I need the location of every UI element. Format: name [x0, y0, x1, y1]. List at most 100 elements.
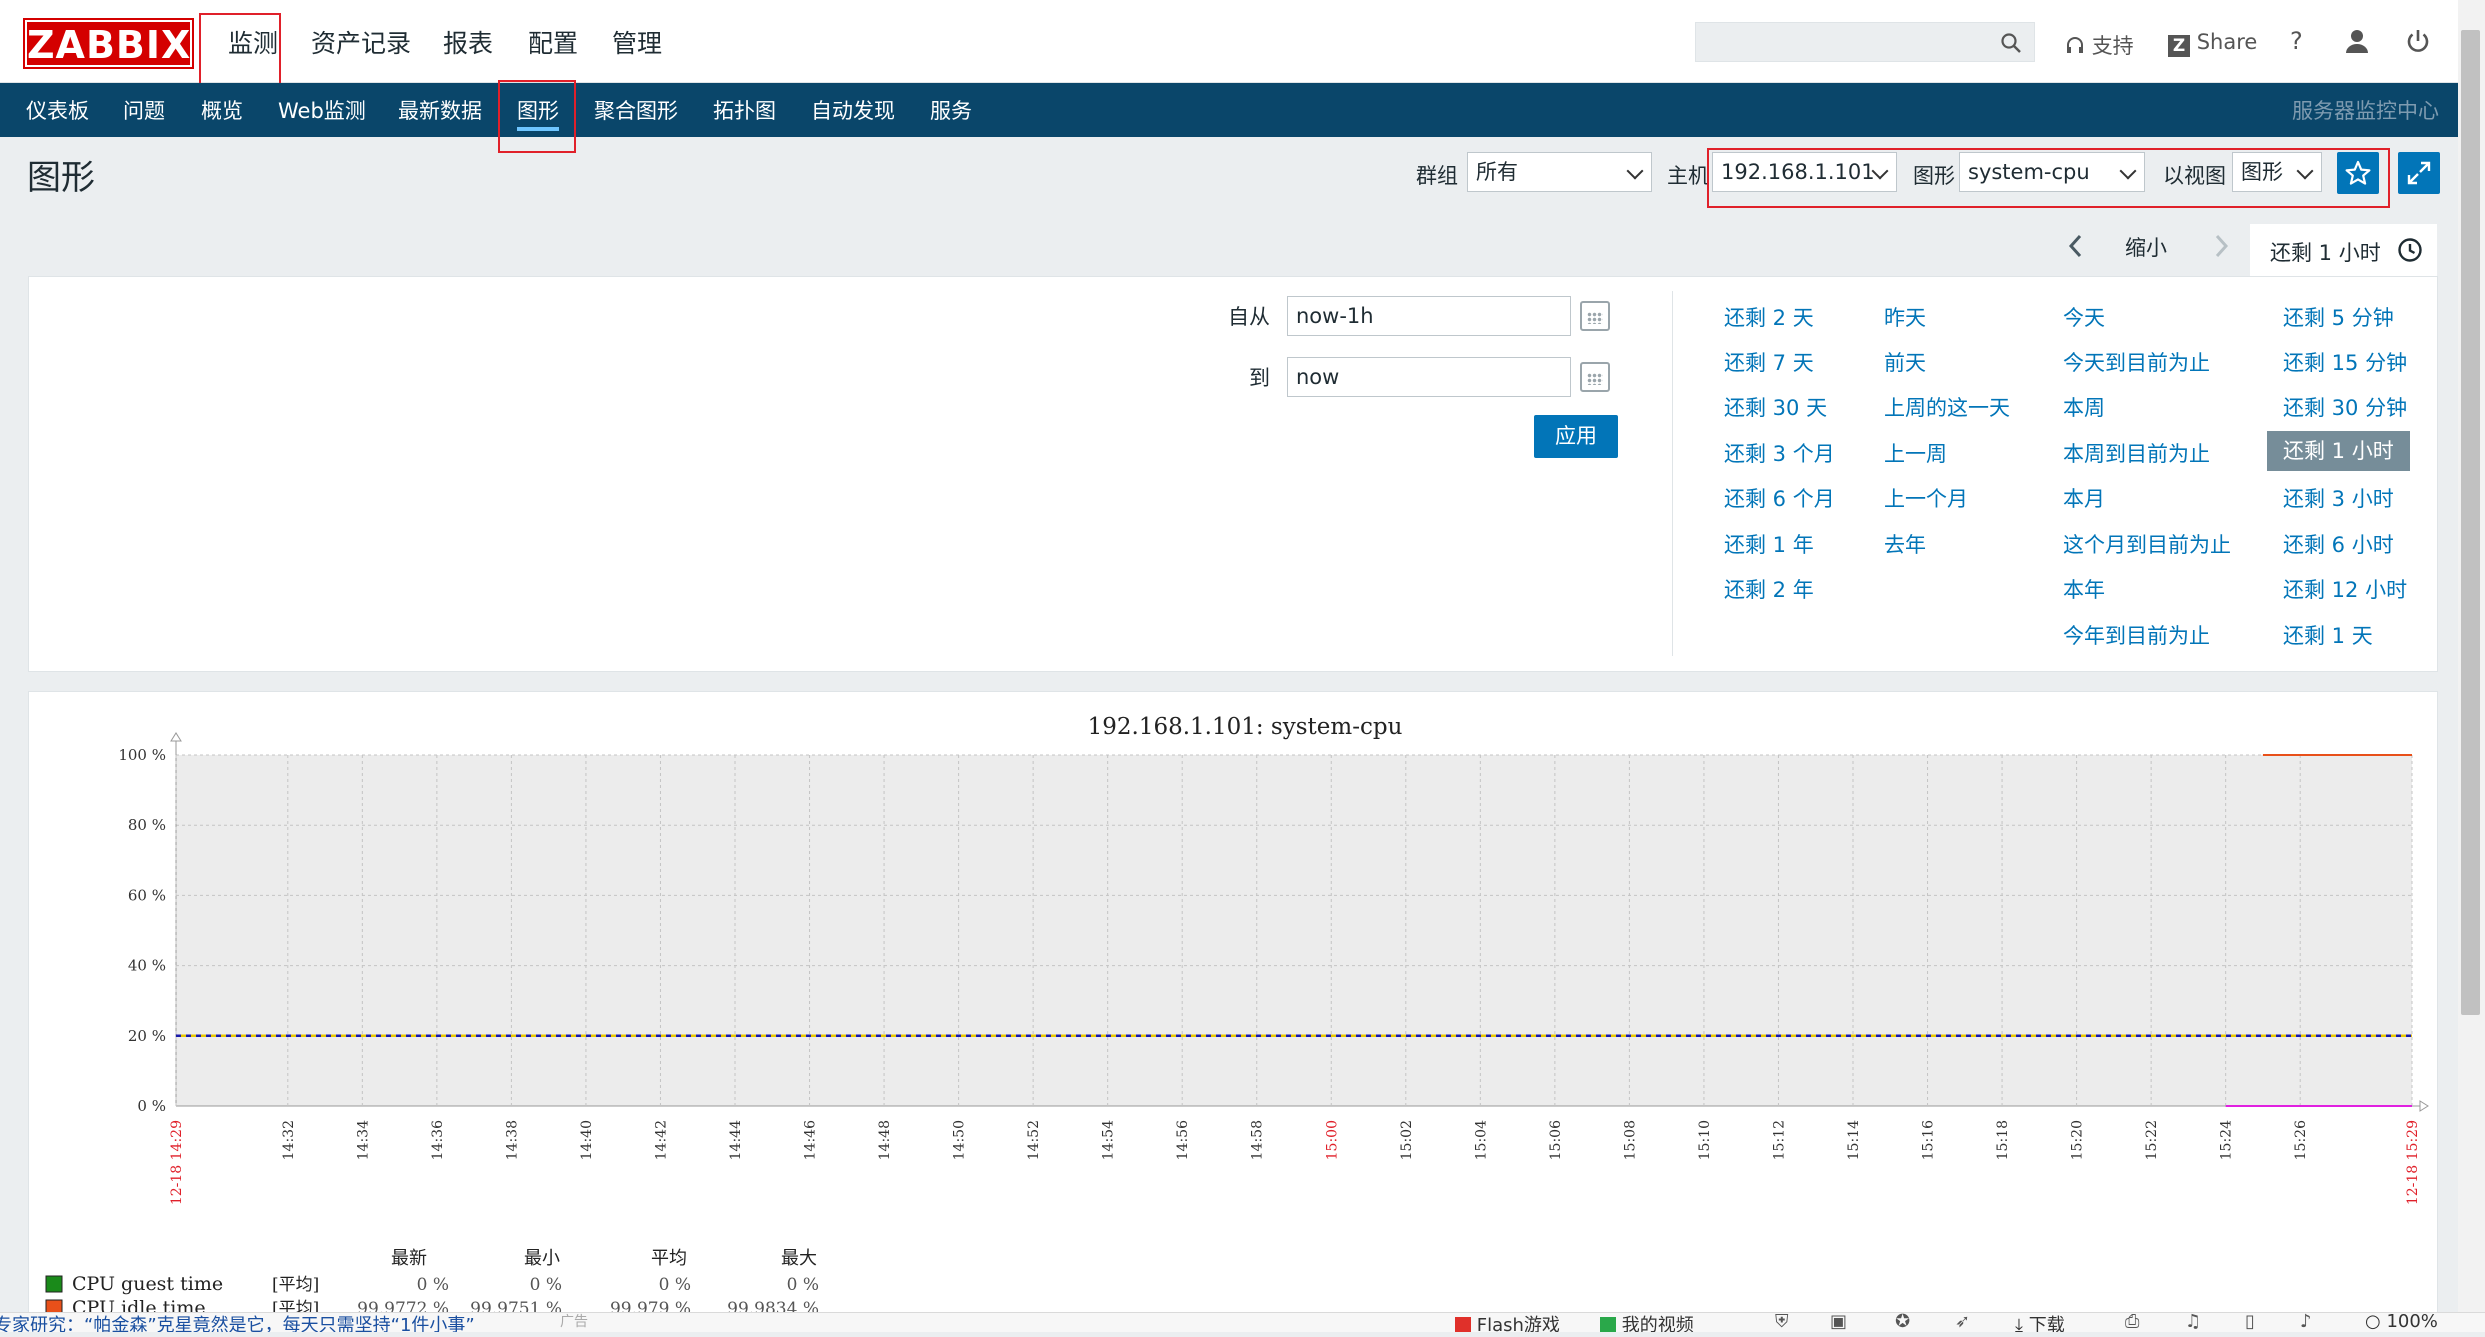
user-profile-icon[interactable]	[2344, 28, 2370, 54]
top-menu-inventory[interactable]: 资产记录	[311, 24, 411, 60]
search-input[interactable]	[1695, 22, 2035, 62]
quick-range-1d[interactable]: 还剩 1 天	[2283, 620, 2373, 650]
chevron-right-icon[interactable]	[2210, 232, 2232, 260]
favorite-button[interactable]	[2337, 152, 2379, 194]
nav-latest-data[interactable]: 最新数据	[398, 95, 482, 125]
y-tick-label: 0 %	[137, 1097, 166, 1115]
image-icon[interactable]: ▣	[1830, 1313, 1847, 1332]
quick-range-1y[interactable]: 还剩 1 年	[1724, 529, 1814, 559]
quick-range-prev-year[interactable]: 去年	[1884, 529, 1926, 559]
nav-screens[interactable]: 聚合图形	[594, 95, 678, 125]
quick-range-7d[interactable]: 还剩 7 天	[1724, 347, 1814, 377]
legend-aggregation: [平均]	[272, 1275, 319, 1295]
cpu-graph[interactable]: 192.168.1.101: system-cpu 100 % 80 % 60 % 4…	[29, 692, 2439, 1333]
quick-range-day-before[interactable]: 前天	[1884, 347, 1926, 377]
quick-range-today[interactable]: 今天	[2063, 302, 2105, 332]
legend-header: 平均	[651, 1248, 687, 1269]
top-menu-administration[interactable]: 管理	[612, 24, 662, 60]
from-label: 自从	[1228, 305, 1270, 329]
to-input[interactable]: now	[1287, 357, 1571, 397]
quick-range-prev-week[interactable]: 上一周	[1884, 438, 1947, 468]
host-select[interactable]: 192.168.1.101	[1712, 152, 1897, 192]
quick-range-this-week[interactable]: 本周	[2063, 392, 2105, 422]
quick-range-12h[interactable]: 还剩 12 小时	[2283, 574, 2407, 604]
top-menu-reports[interactable]: 报表	[443, 24, 493, 60]
nav-dashboard[interactable]: 仪表板	[26, 95, 89, 125]
quick-range-week-so-far[interactable]: 本周到目前为止	[2063, 438, 2210, 468]
print-icon[interactable]: ⎙	[2125, 1313, 2139, 1332]
help-icon[interactable]: ?	[2290, 27, 2303, 55]
legend-header: 最小	[524, 1248, 560, 1269]
legend-header: 最大	[781, 1248, 817, 1269]
chevron-left-icon[interactable]	[2065, 232, 2087, 260]
window-icon[interactable]: ▯	[2245, 1313, 2255, 1332]
quick-range-30d[interactable]: 还剩 30 天	[1724, 392, 1827, 422]
nav-overview[interactable]: 概览	[201, 95, 243, 125]
quick-range-2d[interactable]: 还剩 2 天	[1724, 302, 1814, 332]
top-menu-configuration[interactable]: 配置	[528, 24, 578, 60]
quick-range-3h[interactable]: 还剩 3 小时	[2283, 483, 2394, 513]
flash-games-link[interactable]: Flash游戏	[1455, 1313, 1560, 1332]
x-tick-label: 15:12	[1771, 1120, 1787, 1160]
view-as-label: 以视图	[2163, 164, 2226, 188]
nav-services[interactable]: 服务	[930, 95, 972, 125]
rocket-icon[interactable]: ➶	[1955, 1313, 1970, 1332]
x-tick-label: 14:54	[1101, 1120, 1117, 1160]
host-select-value: 192.168.1.101	[1721, 160, 1875, 184]
game-icon[interactable]: ✪	[1895, 1313, 1910, 1332]
quick-range-6m[interactable]: 还剩 6 个月	[1724, 483, 1835, 513]
x-tick-label: 14:48	[877, 1120, 893, 1160]
quick-range-this-year[interactable]: 本年	[2063, 574, 2105, 604]
audio-icon[interactable]: ♫	[2185, 1313, 2201, 1332]
shield-icon[interactable]: ⛨	[1775, 1313, 1789, 1332]
quick-range-5m[interactable]: 还剩 5 分钟	[2283, 302, 2394, 332]
quick-range-3m[interactable]: 还剩 3 个月	[1724, 438, 1835, 468]
nav-web[interactable]: Web监测	[278, 95, 366, 125]
quick-range-day-last-week[interactable]: 上周的这一天	[1884, 392, 2010, 422]
video-icon	[1600, 1317, 1616, 1332]
tab-time-filter-label: 还剩 1 小时	[2270, 241, 2381, 265]
nav-discovery[interactable]: 自动发现	[811, 95, 895, 125]
quick-range-15m[interactable]: 还剩 15 分钟	[2283, 347, 2407, 377]
quick-range-today-so-far[interactable]: 今天到目前为止	[2063, 347, 2210, 377]
nav-active-indicator	[517, 127, 559, 131]
ad-headline[interactable]: 专家研究：“帕金森”克星竟然是它，每天只需坚持“1件小事”	[0, 1313, 475, 1332]
zabbix-logo[interactable]: ZABBIX	[23, 18, 194, 69]
calendar-icon[interactable]	[1580, 362, 1610, 392]
sign-out-icon[interactable]	[2405, 28, 2431, 54]
nav-problems[interactable]: 问题	[123, 95, 165, 125]
ad-tag: 广告	[560, 1314, 588, 1330]
apply-button[interactable]: 应用	[1534, 415, 1618, 458]
quick-range-30m[interactable]: 还剩 30 分钟	[2283, 392, 2407, 422]
quick-range-this-month[interactable]: 本月	[2063, 483, 2105, 513]
from-input[interactable]: now-1h	[1287, 296, 1571, 336]
my-video-link[interactable]: 我的视频	[1600, 1313, 1694, 1332]
graph-select[interactable]: system-cpu	[1959, 152, 2145, 192]
x-axis-arrow	[2419, 1100, 2429, 1112]
sound-icon[interactable]: ♪	[2300, 1313, 2312, 1332]
nav-maps[interactable]: 拓扑图	[713, 95, 776, 125]
fullscreen-button[interactable]	[2398, 152, 2440, 194]
quick-range-6h[interactable]: 还剩 6 小时	[2283, 529, 2394, 559]
zoom-level[interactable]: ○ 100%	[2365, 1313, 2438, 1332]
view-as-select[interactable]: 图形	[2232, 152, 2322, 192]
quick-range-year-so-far[interactable]: 今年到目前为止	[2063, 620, 2210, 650]
download-link[interactable]: ⤓ 下载	[2015, 1313, 2065, 1332]
quick-range-2y[interactable]: 还剩 2 年	[1724, 574, 1814, 604]
top-menu-monitoring[interactable]: 监测	[228, 24, 278, 60]
group-select[interactable]: 所有	[1467, 152, 1652, 192]
headset-icon	[2067, 37, 2083, 53]
quick-range-prev-month[interactable]: 上一个月	[1884, 483, 1968, 513]
scrollbar-thumb[interactable]	[2461, 30, 2480, 1015]
zoom-out-button[interactable]: 缩小	[2125, 232, 2167, 262]
search-icon[interactable]	[2000, 32, 2022, 54]
share-link[interactable]: Z Share	[2168, 30, 2257, 57]
quick-range-yesterday[interactable]: 昨天	[1884, 302, 1926, 332]
calendar-icon[interactable]	[1580, 301, 1610, 331]
support-link[interactable]: 支持	[2065, 30, 2134, 60]
quick-range-1h[interactable]: 还剩 1 小时	[2267, 431, 2410, 471]
quick-range-month-so-far[interactable]: 这个月到目前为止	[2063, 529, 2231, 559]
x-tick-label: 14:56	[1175, 1120, 1191, 1160]
nav-graphs[interactable]: 图形	[517, 95, 559, 125]
tab-time-filter[interactable]: 还剩 1 小时	[2250, 224, 2437, 276]
